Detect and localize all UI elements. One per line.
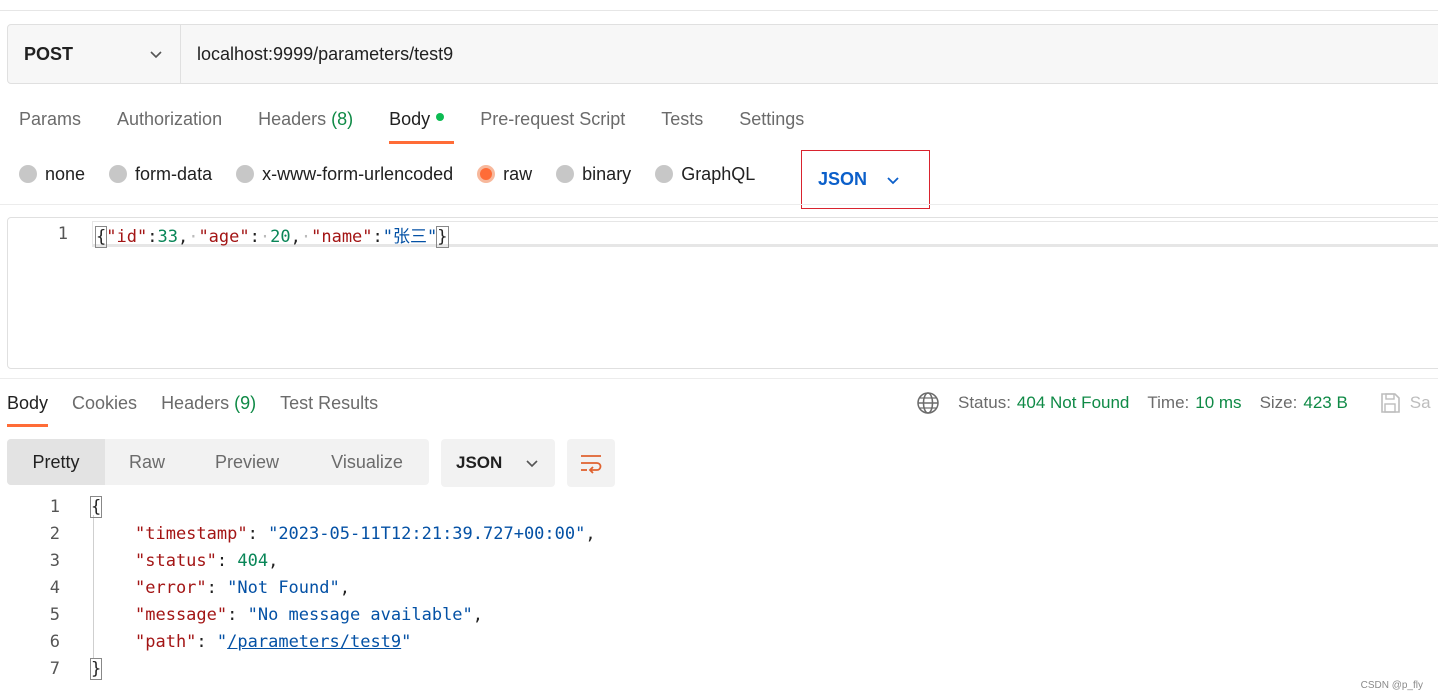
line-number: 6 xyxy=(49,631,60,652)
headers-count: (8) xyxy=(331,109,354,129)
response-headers-count: (9) xyxy=(234,393,257,413)
code-line: 7 } xyxy=(0,655,1438,682)
status-label: Status: xyxy=(958,393,1011,412)
line-number: 1 xyxy=(49,496,60,517)
line-number: 1 xyxy=(57,224,68,244)
body-format-select[interactable]: JSON xyxy=(801,150,930,209)
code-line: 1 { xyxy=(0,493,1438,520)
code-line: 5 "message": "No message available", xyxy=(0,601,1438,628)
size-label: Size: xyxy=(1259,393,1298,412)
code-text: "status": 404, xyxy=(135,550,279,571)
radio-circle xyxy=(19,165,37,183)
code-text: "message": "No message available", xyxy=(135,604,484,625)
code-text: "path": "/parameters/test9" xyxy=(135,631,412,652)
tab-headers[interactable]: Headers (8) xyxy=(258,104,353,144)
request-body-editor[interactable]: 1 {"id":33,·"age":·20,·"name":"张三"} xyxy=(7,217,1438,369)
code-line: 2 "timestamp": "2023-05-11T12:21:39.727+… xyxy=(0,520,1438,547)
response-format-label: JSON xyxy=(456,453,503,472)
code-line: 6 "path": "/parameters/test9" xyxy=(0,628,1438,655)
line-number: 2 xyxy=(49,523,60,544)
method-label: POST xyxy=(24,43,74,64)
body-modified-dot xyxy=(436,113,445,121)
view-preview-button[interactable]: Preview xyxy=(189,439,305,485)
code-text: } xyxy=(89,657,103,680)
tab-authorization[interactable]: Authorization xyxy=(117,104,222,144)
response-body-viewer[interactable]: 1 { 2 "timestamp": "2023-05-11T12:21:39.… xyxy=(0,493,1438,682)
watermark: CSDN @p_fly xyxy=(1360,680,1423,691)
method-select[interactable]: POST xyxy=(8,25,181,83)
tab-tests[interactable]: Tests xyxy=(661,104,703,144)
line-number: 5 xyxy=(49,604,60,625)
code-text: "timestamp": "2023-05-11T12:21:39.727+00… xyxy=(135,523,596,544)
wrap-lines-button[interactable] xyxy=(567,439,615,487)
view-visualize-button[interactable]: Visualize xyxy=(305,439,429,485)
path-link[interactable]: /parameters/test9 xyxy=(227,632,401,652)
radio-circle-selected xyxy=(477,165,496,183)
divider xyxy=(0,378,1438,379)
radio-raw[interactable]: raw xyxy=(477,164,532,185)
radio-form-data[interactable]: form-data xyxy=(109,164,212,185)
save-icon[interactable] xyxy=(1378,391,1402,415)
url-input[interactable]: localhost:9999/parameters/test9 xyxy=(181,25,453,83)
radio-binary[interactable]: binary xyxy=(556,164,631,185)
size-value[interactable]: 423 B xyxy=(1303,393,1347,413)
request-url-bar: POST localhost:9999/parameters/test9 xyxy=(7,24,1438,84)
chevron-down-icon xyxy=(526,460,538,468)
time-label: Time: xyxy=(1147,393,1190,412)
view-pretty-button[interactable]: Pretty xyxy=(7,439,105,485)
radio-none[interactable]: none xyxy=(19,164,85,185)
wrap-lines-icon xyxy=(581,455,602,474)
response-tab-body[interactable]: Body xyxy=(7,388,49,428)
code-line: 4 "error": "Not Found", xyxy=(0,574,1438,601)
line-number: 7 xyxy=(49,658,60,679)
view-raw-button[interactable]: Raw xyxy=(105,439,189,485)
save-response-label[interactable]: Sa xyxy=(1410,393,1431,413)
radio-circle xyxy=(655,165,674,183)
radio-circle xyxy=(236,165,255,183)
code-line: 3 "status": 404, xyxy=(0,547,1438,574)
response-tab-test-results[interactable]: Test Results xyxy=(280,388,378,428)
radio-circle xyxy=(556,165,575,183)
tab-pre-request-script[interactable]: Pre-request Script xyxy=(480,104,625,144)
time-value[interactable]: 10 ms xyxy=(1195,393,1241,413)
status-value[interactable]: 404 Not Found xyxy=(1017,393,1129,413)
line-number: 3 xyxy=(49,550,60,571)
response-tab-cookies[interactable]: Cookies xyxy=(72,388,137,428)
response-tabs: Body Cookies Headers (9) Test Results xyxy=(7,388,402,428)
chevron-down-icon xyxy=(887,176,899,184)
code-text: {"id":33,·"age":·20,·"name":"张三"} xyxy=(94,225,449,248)
body-format-label: JSON xyxy=(818,169,868,189)
response-tab-headers[interactable]: Headers (9) xyxy=(161,388,256,428)
line-number: 4 xyxy=(49,577,60,598)
tab-params[interactable]: Params xyxy=(19,104,81,144)
response-status-bar: Status: 404 Not Found Time: 10 ms Size: … xyxy=(916,390,1431,416)
radio-x-www-form-urlencoded[interactable]: x-www-form-urlencoded xyxy=(236,164,453,185)
radio-circle xyxy=(109,165,128,183)
tab-settings[interactable]: Settings xyxy=(739,104,804,144)
code-text: "error": "Not Found", xyxy=(135,577,350,598)
globe-icon[interactable] xyxy=(916,391,940,415)
chevron-down-icon xyxy=(150,51,162,59)
divider xyxy=(0,204,1438,205)
response-view-group: Pretty Raw Preview Visualize xyxy=(7,439,429,485)
code-text: { xyxy=(89,495,103,518)
top-divider xyxy=(0,10,1438,11)
response-format-select[interactable]: JSON xyxy=(441,439,555,487)
tab-body[interactable]: Body xyxy=(389,104,455,144)
code-line: 1 {"id":33,·"age":·20,·"name":"张三"} xyxy=(8,222,449,248)
radio-graphql[interactable]: GraphQL xyxy=(655,164,755,185)
request-tabs: Params Authorization Headers (8) Body Pr… xyxy=(19,104,840,144)
body-type-options: none form-data x-www-form-urlencoded raw… xyxy=(19,160,779,188)
